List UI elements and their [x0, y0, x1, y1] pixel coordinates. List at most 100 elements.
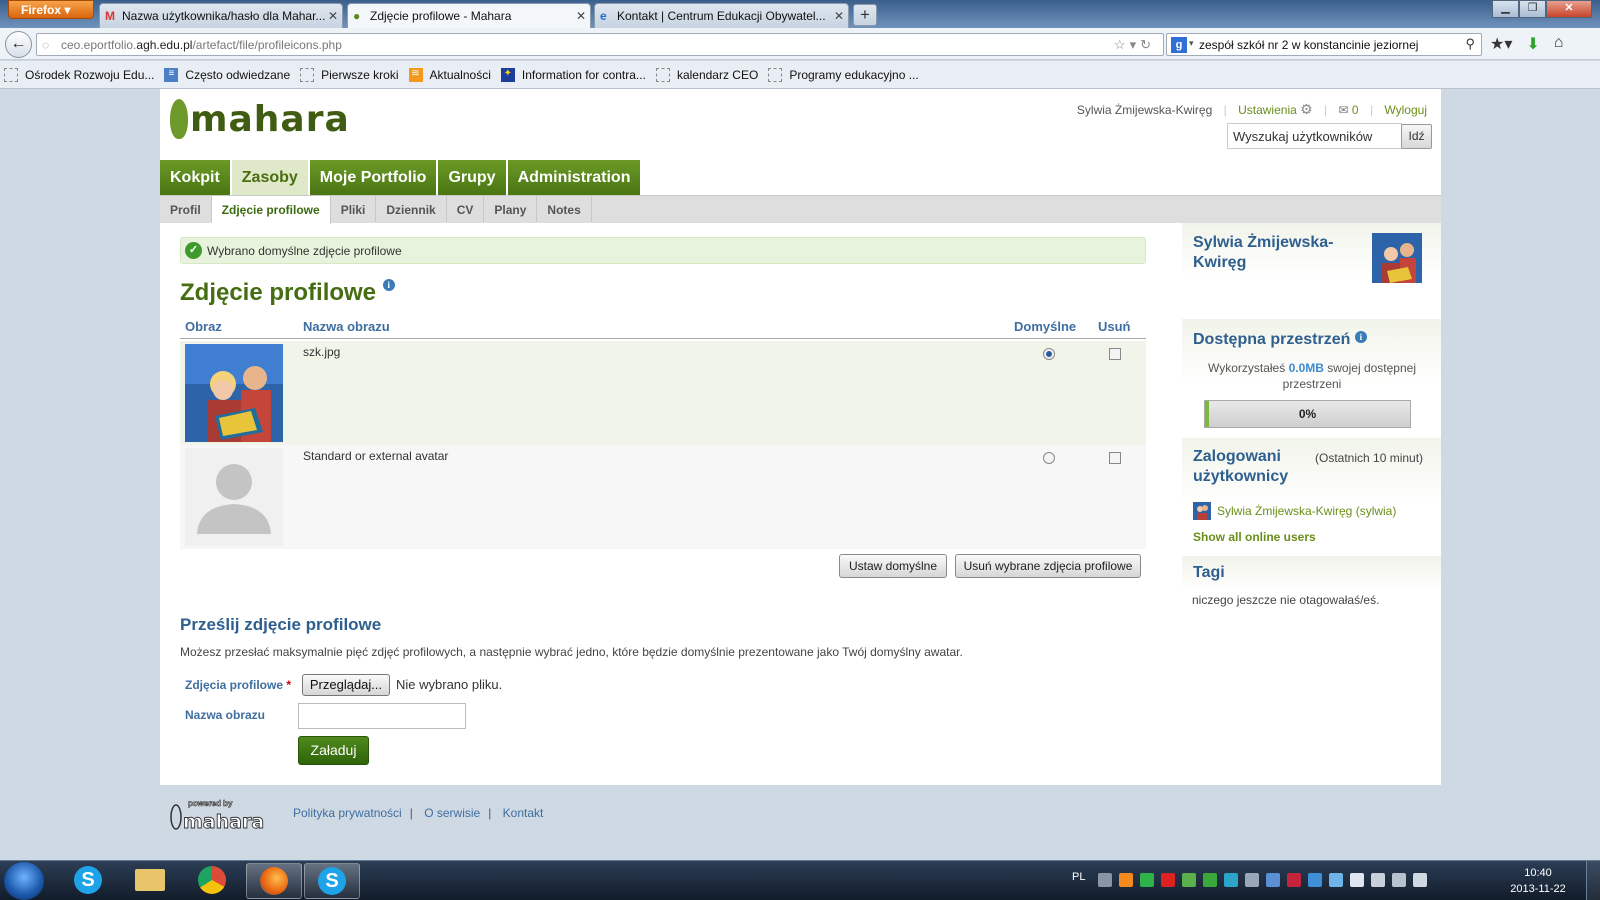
tab-grupy[interactable]: Grupy [438, 160, 506, 195]
sidebar-user-name[interactable]: Sylwia Żmijewska-Kwiręg [1193, 233, 1353, 273]
minimize-icon[interactable]: ▁ [1492, 0, 1519, 18]
bookmark-item[interactable]: Programy edukacyjno ... [768, 67, 919, 82]
close-tab-icon[interactable]: ✕ [576, 9, 586, 23]
bookmark-item[interactable]: ≡ Często odwiedzane [164, 67, 290, 82]
display-icon[interactable] [1392, 873, 1406, 887]
url-domain: agh.edu.pl [136, 38, 193, 52]
header-user-name[interactable]: Sylwia Żmijewska-Kwiręg [1077, 103, 1212, 117]
mahara-logo[interactable]: mahara [170, 99, 350, 140]
tab-kokpit[interactable]: Kokpit [160, 160, 230, 195]
volume-icon[interactable] [1413, 873, 1427, 887]
contact-link[interactable]: Kontakt [503, 806, 544, 820]
restore-icon[interactable]: ❐ [1519, 0, 1546, 18]
network-icon[interactable] [1329, 873, 1343, 887]
tab-zasoby[interactable]: Zasoby [231, 160, 308, 195]
subtab-profil[interactable]: Profil [160, 196, 212, 222]
subtab-plany[interactable]: Plany [484, 196, 538, 222]
dropdown-icon[interactable]: ▾ [1130, 37, 1141, 52]
tray-app-icon[interactable] [1140, 873, 1154, 887]
tray-app-icon[interactable] [1224, 873, 1238, 887]
delete-checkbox[interactable] [1109, 348, 1121, 360]
gear-icon[interactable]: ⚙ [1300, 101, 1313, 117]
tab-administration[interactable]: Administration [507, 160, 641, 195]
upload-button[interactable]: Załaduj [298, 736, 369, 765]
subtab-dziennik[interactable]: Dziennik [376, 196, 447, 222]
bookmark-item[interactable]: Ośrodek Rozwoju Edu... [4, 67, 154, 82]
tray-app-icon[interactable] [1371, 873, 1385, 887]
subtab-cv[interactable]: CV [447, 196, 485, 222]
tab-moje-portfolio[interactable]: Moje Portfolio [309, 160, 437, 195]
privacy-link[interactable]: Polityka prywatności [293, 806, 402, 820]
new-tab-button[interactable]: + [853, 4, 877, 26]
pdf-icon[interactable] [1161, 873, 1175, 887]
show-desktop-button[interactable] [1586, 861, 1600, 900]
tray-app-icon[interactable] [1266, 873, 1280, 887]
logout-link[interactable]: Wyloguj [1384, 103, 1427, 117]
bookmark-item[interactable]: kalendarz CEO [655, 67, 758, 82]
bookmark-item[interactable]: Pierwsze kroki [300, 67, 399, 82]
download-icon[interactable]: ⬇ [1526, 34, 1539, 54]
subtab-pliki[interactable]: Pliki [331, 196, 377, 222]
delete-checkbox[interactable] [1109, 452, 1121, 464]
skype-icon[interactable]: S [60, 863, 116, 899]
about-link[interactable]: O serwisie [424, 806, 480, 820]
close-window-icon[interactable]: ✕ [1546, 0, 1592, 18]
avatar[interactable] [1372, 233, 1422, 283]
bookmark-star-icon[interactable]: ☆ [1114, 37, 1130, 52]
show-all-online-link[interactable]: Show all online users [1193, 530, 1316, 544]
default-radio[interactable] [1043, 348, 1055, 360]
page-icon [655, 67, 670, 82]
tray-app-icon[interactable] [1287, 873, 1301, 887]
keyboard-icon[interactable] [1098, 873, 1112, 887]
subtab-notes[interactable]: Notes [537, 196, 592, 222]
tab-kontakt[interactable]: e Kontakt | Centrum Edukacji Obywatel...… [594, 3, 849, 28]
bookmark-item[interactable]: ≋ Aktualności [408, 67, 491, 82]
default-radio[interactable] [1043, 452, 1055, 464]
tray-app-icon[interactable] [1308, 873, 1322, 887]
reload-icon[interactable]: ↻ [1140, 37, 1155, 52]
chrome-icon[interactable] [184, 863, 240, 899]
bookmarks-toolbar: Ośrodek Rozwoju Edu... ≡ Często odwiedzan… [0, 61, 1600, 89]
set-default-button[interactable]: Ustaw domyślne [839, 554, 947, 578]
online-user-link[interactable]: Sylwia Żmijewska-Kwiręg (sylwia) [1217, 504, 1396, 518]
info-icon[interactable]: i [1354, 331, 1367, 343]
skype-running-icon[interactable]: S [304, 863, 360, 899]
image-name-input[interactable] [298, 703, 466, 729]
col-header-image: Obraz [185, 319, 222, 334]
bookmarks-menu-icon[interactable]: ★▾ [1490, 34, 1512, 54]
language-indicator[interactable]: PL [1072, 871, 1085, 883]
start-button[interactable] [4, 862, 44, 900]
search-icon[interactable]: ⚲ [1465, 36, 1475, 52]
back-button[interactable]: ← [5, 31, 32, 58]
powered-by-mahara-logo[interactable]: powered by mahara [168, 797, 270, 831]
home-icon[interactable]: ⌂ [1554, 34, 1564, 54]
search-bar[interactable]: g ▾ zespół szkół nr 2 w konstancinie jez… [1166, 33, 1482, 56]
user-search-input[interactable] [1227, 123, 1402, 149]
space-progress-bar: 0% [1204, 400, 1411, 428]
clock[interactable]: 10:40 2013-11-22 [1508, 865, 1568, 897]
close-tab-icon[interactable]: ✕ [328, 9, 338, 23]
search-engine-dropdown-icon[interactable]: ▾ [1189, 38, 1194, 49]
mail-icon[interactable]: ✉ [1339, 103, 1349, 117]
tab-label: Zdjęcie profilowe - Mahara [370, 9, 512, 23]
firefox-menu-button[interactable]: Firefox ▾ [8, 0, 94, 19]
user-search-button[interactable]: Idź [1401, 124, 1432, 149]
settings-link[interactable]: Ustawienia [1238, 103, 1297, 117]
url-bar[interactable]: ◌ ceo.eportfolio.agh.edu.pl/artefact/fil… [36, 33, 1164, 56]
firefox-taskbar-icon[interactable] [246, 863, 302, 899]
bookmark-item[interactable]: ✦ Information for contra... [500, 67, 646, 82]
tray-app-icon[interactable] [1203, 873, 1217, 887]
delete-selected-button[interactable]: Usuń wybrane zdjęcia profilowe [955, 554, 1141, 578]
tab-gmail[interactable]: M Nazwa użytkownika/hasło dla Mahar... ✕ [99, 3, 343, 28]
tab-mahara[interactable]: ● Zdjęcie profilowe - Mahara ✕ [347, 3, 591, 29]
tray-app-icon[interactable] [1182, 873, 1196, 887]
explorer-icon[interactable] [122, 863, 178, 899]
close-tab-icon[interactable]: ✕ [834, 9, 844, 23]
flag-icon[interactable] [1350, 873, 1364, 887]
browse-button[interactable]: Przeglądaj... [302, 674, 390, 696]
inbox-count[interactable]: 0 [1352, 103, 1359, 117]
tray-app-icon[interactable] [1245, 873, 1259, 887]
tray-app-icon[interactable] [1119, 873, 1133, 887]
subtab-zdjecie-profilowe[interactable]: Zdjęcie profilowe [211, 196, 331, 224]
info-icon[interactable]: i [382, 279, 395, 291]
